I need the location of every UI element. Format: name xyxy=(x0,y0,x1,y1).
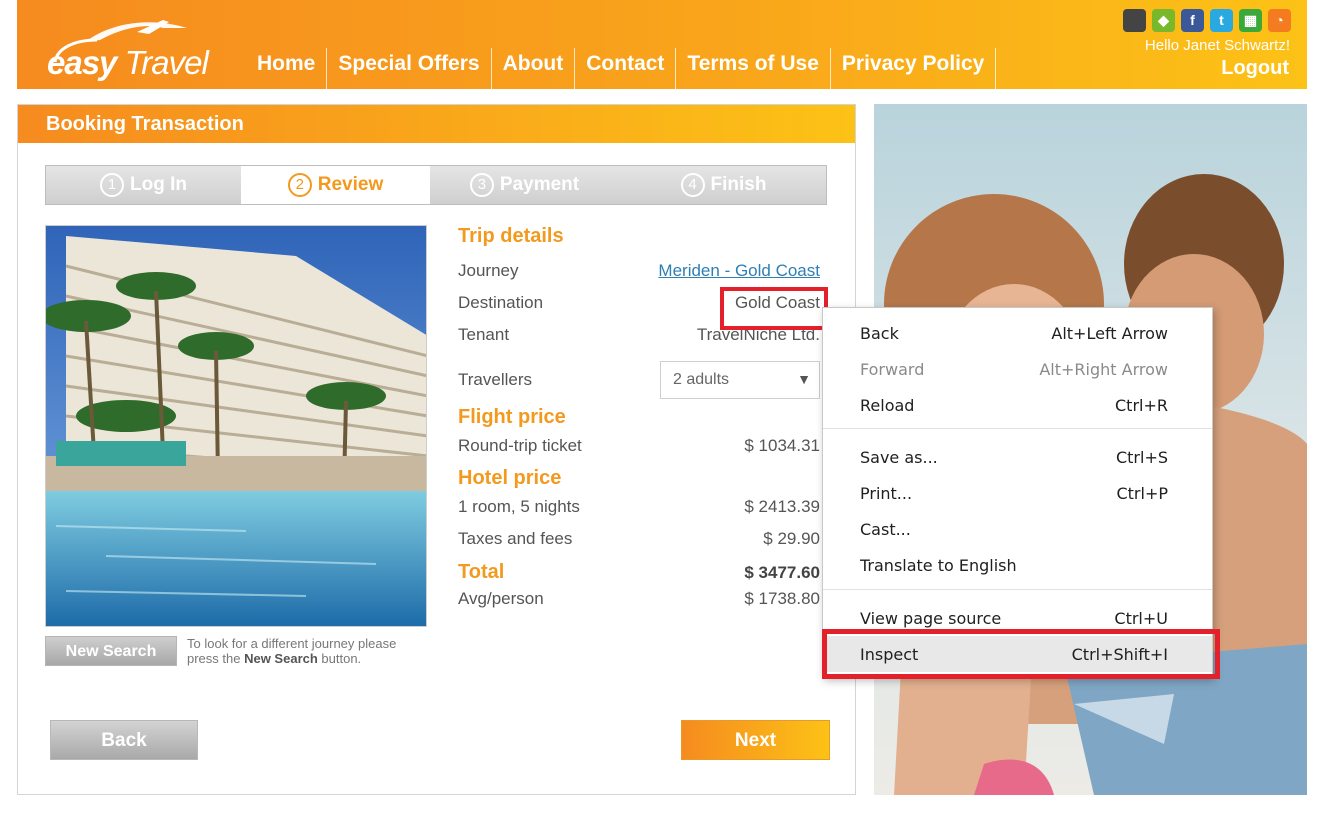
apple-icon[interactable] xyxy=(1123,9,1146,32)
context-menu: Back Alt+Left Arrow Forward Alt+Right Arrow… xyxy=(822,307,1213,678)
inspect-highlight-box xyxy=(822,629,1220,679)
roundtrip-label: Round-trip ticket xyxy=(458,436,582,455)
menu-separator xyxy=(823,428,1212,429)
menu-item-back[interactable]: Back Alt+Left Arrow xyxy=(823,315,1212,351)
back-button[interactable]: Back xyxy=(50,720,198,760)
roundtrip-row: Round-trip ticket $ 1034.31 xyxy=(458,432,820,463)
nav-about[interactable]: About xyxy=(492,48,576,89)
social-icons: ◆ f t ▦ ◔ xyxy=(1123,9,1291,32)
menu-item-save-as[interactable]: Save as... Ctrl+S xyxy=(823,439,1212,475)
total-value: $ 3477.60 xyxy=(744,562,820,582)
taxes-row: Taxes and fees $ 29.90 xyxy=(458,525,820,556)
step-number-icon: 4 xyxy=(680,173,705,197)
booking-steps: 1 Log In 2 Review 3 Payment 4 Finish xyxy=(45,165,827,205)
step-finish: 4 Finish xyxy=(619,166,828,204)
destination-highlight-box xyxy=(720,287,828,330)
menu-item-reload[interactable]: Reload Ctrl+R xyxy=(823,387,1212,423)
step-number-icon: 2 xyxy=(287,173,312,197)
windows-icon[interactable]: ▦ xyxy=(1239,9,1262,32)
facebook-icon[interactable]: f xyxy=(1181,9,1204,32)
page-root: easy Travel Home Special Offers About Conta… xyxy=(0,0,1343,813)
next-button[interactable]: Next xyxy=(681,720,830,760)
hotel-price-title: Hotel price xyxy=(458,467,562,489)
easytravel-logo[interactable]: easy Travel xyxy=(45,18,215,81)
travellers-row: Travellers 2 adults ▼ xyxy=(458,358,820,402)
trip-details: Trip details Journey Meriden - Gold Coas… xyxy=(458,225,820,618)
step-label: Finish xyxy=(710,174,767,195)
menu-item-shortcut: Alt+Left Arrow xyxy=(1051,323,1168,343)
tenant-label: Tenant xyxy=(458,325,510,344)
step-review: 2 Review xyxy=(241,166,430,204)
room-row: 1 room, 5 nights $ 2413.39 xyxy=(458,493,820,525)
flight-price-title: Flight price xyxy=(458,406,566,428)
android-icon[interactable]: ◆ xyxy=(1152,9,1175,32)
nav-privacy-policy[interactable]: Privacy Policy xyxy=(831,48,997,89)
total-label: Total xyxy=(458,561,505,583)
menu-item-shortcut: Ctrl+R xyxy=(1115,395,1168,415)
avg-row: Avg/person $ 1738.80 xyxy=(458,587,820,618)
step-log-in: 1 Log In xyxy=(46,166,241,204)
menu-item-label: Forward xyxy=(860,359,925,379)
avg-label: Avg/person xyxy=(458,589,544,608)
destination-label: Destination xyxy=(458,293,544,312)
dropdown-arrow-icon: ▼ xyxy=(797,371,811,387)
menu-item-translate-to-english[interactable]: Translate to English xyxy=(823,547,1212,583)
new-search-hint: To look for a different journey please p… xyxy=(187,636,397,666)
logout-link[interactable]: Logout xyxy=(1221,57,1289,80)
menu-item-label: Save as... xyxy=(860,447,938,467)
nav-contact[interactable]: Contact xyxy=(575,48,677,89)
taxes-value: $ 29.90 xyxy=(763,529,820,548)
twitter-icon[interactable]: t xyxy=(1210,9,1233,32)
step-number-icon: 3 xyxy=(469,173,494,197)
panel-title: Booking Transaction xyxy=(18,105,855,143)
step-label: Review xyxy=(317,174,384,195)
menu-item-label: View page source xyxy=(860,608,1002,628)
journey-label: Journey xyxy=(458,261,519,280)
step-payment: 3 Payment xyxy=(430,166,619,204)
logo-text: easy Travel xyxy=(47,44,209,81)
menu-item-shortcut: Ctrl+S xyxy=(1115,447,1168,467)
menu-item-shortcut: Ctrl+P xyxy=(1116,483,1168,503)
menu-item-label: Print... xyxy=(860,483,913,503)
menu-item-label: Cast... xyxy=(860,519,911,539)
menu-item-shortcut: Ctrl+U xyxy=(1114,608,1168,628)
booking-panel: Booking Transaction 1 Log In 2 Review 3 Payme… xyxy=(17,104,856,795)
room-value: $ 2413.39 xyxy=(744,497,820,516)
taxes-label: Taxes and fees xyxy=(458,529,573,548)
travellers-select[interactable]: 2 adults ▼ xyxy=(660,361,820,399)
menu-item-cast[interactable]: Cast... xyxy=(823,511,1212,547)
trip-details-title: Trip details xyxy=(458,225,564,247)
menu-item-label: Reload xyxy=(860,395,915,415)
step-label: Payment xyxy=(499,174,580,195)
menu-separator xyxy=(823,589,1212,590)
nav-special-offers[interactable]: Special Offers xyxy=(327,48,492,89)
room-label: 1 room, 5 nights xyxy=(458,497,580,516)
step-number-icon: 1 xyxy=(100,173,124,197)
main-nav: Home Special Offers About Contact Terms of U… xyxy=(245,48,997,89)
hotel-photo xyxy=(45,225,427,627)
site-header: easy Travel Home Special Offers About Conta… xyxy=(17,0,1307,89)
menu-item-print[interactable]: Print... Ctrl+P xyxy=(823,475,1212,511)
avg-value: $ 1738.80 xyxy=(744,589,820,608)
menu-item-label: Translate to English xyxy=(860,555,1017,575)
menu-item-forward[interactable]: Forward Alt+Right Arrow xyxy=(823,351,1212,387)
menu-item-shortcut: Alt+Right Arrow xyxy=(1039,359,1168,379)
total-row: Total $ 3477.60 xyxy=(458,556,820,587)
travellers-selected: 2 adults xyxy=(673,371,730,388)
nav-terms-of-use[interactable]: Terms of Use xyxy=(676,48,831,89)
user-greeting: Hello Janet Schwartz! xyxy=(1144,37,1290,54)
roundtrip-value: $ 1034.31 xyxy=(744,436,820,455)
step-label: Log In xyxy=(130,174,187,195)
travellers-label: Travellers xyxy=(458,370,532,389)
nav-home[interactable]: Home xyxy=(245,48,328,89)
rss-icon[interactable]: ◔ xyxy=(1268,9,1291,32)
menu-item-label: Back xyxy=(860,323,899,343)
new-search-button[interactable]: New Search xyxy=(45,636,177,666)
